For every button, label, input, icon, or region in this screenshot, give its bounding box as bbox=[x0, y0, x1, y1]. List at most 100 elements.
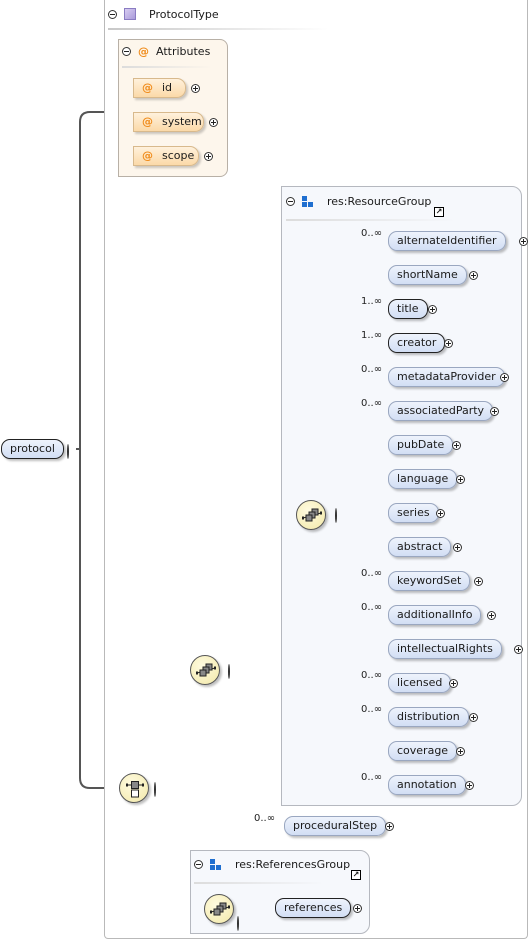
collapse-resource-group-button[interactable] bbox=[286, 197, 295, 206]
attribute-label: system bbox=[162, 115, 202, 128]
collapse-outer-sequence-button[interactable] bbox=[228, 664, 230, 679]
expand-shortName-button[interactable] bbox=[469, 271, 478, 280]
expand-coverage-button[interactable] bbox=[456, 747, 465, 756]
cardinality-label: 0..∞ bbox=[361, 670, 383, 681]
complex-type-icon bbox=[124, 8, 136, 20]
element-protocol[interactable]: protocol bbox=[1, 439, 64, 459]
references-group-title: res:ReferencesGroup bbox=[235, 858, 351, 871]
expand-scope-button[interactable] bbox=[204, 152, 213, 161]
cardinality-label: 0..∞ bbox=[361, 228, 383, 239]
element-metadataProvider[interactable]: metadataProvider bbox=[388, 367, 505, 387]
expand-abstract-button[interactable] bbox=[453, 543, 462, 552]
element-label: metadataProvider bbox=[397, 370, 496, 383]
element-label: annotation bbox=[397, 778, 457, 791]
expand-metadataProvider-button[interactable] bbox=[500, 373, 509, 382]
attribute-icon: @ bbox=[142, 149, 153, 162]
expand-associatedParty-button[interactable] bbox=[490, 407, 499, 416]
cardinality-label: 0..∞ bbox=[361, 602, 383, 613]
collapse-choice-button[interactable] bbox=[154, 782, 156, 797]
cardinality-label: 1..∞ bbox=[361, 296, 383, 307]
cardinality-label: 0..∞ bbox=[361, 772, 383, 783]
resource-sequence-compositor[interactable] bbox=[296, 500, 326, 530]
expand-proceduralStep-button[interactable] bbox=[385, 822, 394, 831]
element-label: coverage bbox=[397, 744, 449, 757]
cardinality-label: 0..∞ bbox=[254, 813, 276, 824]
element-distribution[interactable]: distribution bbox=[388, 707, 469, 727]
element-label: abstract bbox=[397, 540, 443, 553]
collapse-attributes-button[interactable] bbox=[122, 47, 131, 56]
expand-references-button[interactable] bbox=[353, 904, 362, 913]
element-intellectualRights[interactable]: intellectualRights bbox=[388, 639, 502, 659]
element-label: keywordSet bbox=[397, 574, 462, 587]
element-label: additionalInfo bbox=[397, 608, 473, 621]
collapse-protocol-button[interactable] bbox=[67, 444, 69, 459]
resource-group-separator bbox=[286, 219, 456, 221]
element-pubDate[interactable]: pubDate bbox=[388, 435, 454, 455]
resource-group-title: res:ResourceGroup bbox=[327, 195, 432, 208]
expand-distribution-button[interactable] bbox=[469, 713, 478, 722]
cardinality-label: 0..∞ bbox=[361, 398, 383, 409]
cardinality-label: 0..∞ bbox=[361, 704, 383, 715]
element-annotation[interactable]: annotation bbox=[388, 775, 466, 795]
go-to-definition-icon[interactable]: ↗ bbox=[434, 207, 444, 217]
references-sequence-compositor[interactable] bbox=[204, 894, 234, 924]
attribute-scope[interactable]: @ scope bbox=[133, 146, 199, 166]
element-creator[interactable]: creator bbox=[388, 333, 446, 353]
element-label: title bbox=[397, 302, 419, 315]
element-references[interactable]: references bbox=[275, 898, 352, 918]
attribute-system[interactable]: @ system bbox=[133, 112, 204, 132]
choice-compositor[interactable] bbox=[119, 773, 149, 803]
references-group-header: res:ReferencesGroup bbox=[194, 858, 350, 871]
go-to-definition-icon[interactable]: ↗ bbox=[351, 870, 361, 880]
expand-system-button[interactable] bbox=[209, 118, 218, 127]
element-shortName[interactable]: shortName bbox=[388, 265, 467, 285]
element-label: creator bbox=[397, 336, 437, 349]
element-series[interactable]: series bbox=[388, 503, 439, 523]
cardinality-label: 0..∞ bbox=[361, 364, 383, 375]
attribute-label: id bbox=[162, 81, 173, 94]
attribute-id[interactable]: @ id bbox=[133, 78, 186, 98]
collapse-references-sequence-button[interactable] bbox=[237, 916, 239, 931]
expand-annotation-button[interactable] bbox=[465, 781, 474, 790]
expand-title-button[interactable] bbox=[428, 305, 437, 314]
element-label: shortName bbox=[397, 268, 458, 281]
attribute-icon: @ bbox=[142, 115, 153, 128]
element-licensed[interactable]: licensed bbox=[388, 673, 452, 693]
collapse-references-group-button[interactable] bbox=[194, 860, 203, 869]
cardinality-label: 0..∞ bbox=[361, 568, 383, 579]
sequence-compositor-icon bbox=[210, 902, 230, 916]
element-coverage[interactable]: coverage bbox=[388, 741, 458, 761]
expand-licensed-button[interactable] bbox=[449, 679, 458, 688]
expand-creator-button[interactable] bbox=[444, 339, 453, 348]
element-keywordSet[interactable]: keywordSet bbox=[388, 571, 471, 591]
expand-pubDate-button[interactable] bbox=[452, 441, 461, 450]
element-label: series bbox=[397, 506, 430, 519]
attribute-icon: @ bbox=[138, 45, 149, 58]
element-title[interactable]: title bbox=[388, 299, 428, 319]
attribute-icon: @ bbox=[142, 81, 153, 94]
outer-sequence-compositor[interactable] bbox=[190, 655, 220, 685]
protocol-type-separator bbox=[108, 28, 328, 30]
protocol-type-title: ProtocolType bbox=[149, 7, 219, 21]
resource-group-header: res:ResourceGroup bbox=[286, 195, 431, 208]
collapse-resource-sequence-button[interactable] bbox=[335, 508, 337, 523]
expand-id-button[interactable] bbox=[191, 84, 200, 93]
element-proceduralStep[interactable]: proceduralStep bbox=[284, 816, 387, 836]
element-language[interactable]: language bbox=[388, 469, 458, 489]
element-label: references bbox=[284, 901, 343, 914]
attribute-label: scope bbox=[162, 149, 195, 162]
expand-additionalInfo-button[interactable] bbox=[487, 611, 496, 620]
element-abstract[interactable]: abstract bbox=[388, 537, 452, 557]
expand-language-button[interactable] bbox=[456, 475, 465, 484]
collapse-protocol-type-button[interactable] bbox=[108, 9, 117, 19]
element-associatedParty[interactable]: associatedParty bbox=[388, 401, 494, 421]
expand-keywordSet-button[interactable] bbox=[474, 577, 483, 586]
expand-intellectualRights-button[interactable] bbox=[514, 645, 523, 654]
element-label: language bbox=[397, 472, 449, 485]
protocol-type-header: ProtocolType bbox=[108, 5, 219, 23]
expand-series-button[interactable] bbox=[436, 509, 445, 518]
element-alternateIdentifier[interactable]: alternateIdentifier bbox=[388, 231, 506, 251]
element-label: distribution bbox=[397, 710, 460, 723]
element-additionalInfo[interactable]: additionalInfo bbox=[388, 605, 482, 625]
expand-alternateIdentifier-button[interactable] bbox=[519, 237, 528, 246]
